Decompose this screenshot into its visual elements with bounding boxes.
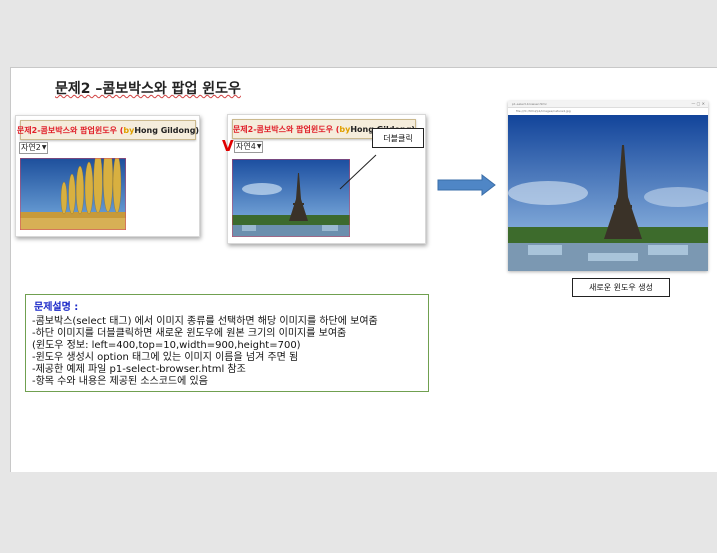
window-controls[interactable]: — ▢ ✕: [691, 101, 705, 106]
example-panel-middle: 문제2-콤보박스와 팝업윈도우 ( by Hong Gildong) V 자연4…: [222, 114, 426, 244]
chevron-down-icon: ▼: [41, 144, 47, 151]
problem-description: 문제설명 : -콤보박스(select 태그) 에서 이미지 종류를 선택하면 …: [25, 294, 429, 392]
new-window-caption: 새로운 윈도우 생성: [572, 278, 670, 297]
page-banner: 문제2-콤보박스와 팝업윈도우 ( by Hong Gildong): [17, 120, 199, 140]
browser-address-bar[interactable]: file:///C:/html/p1/images/nature4.jpg: [508, 108, 708, 113]
check-mark-v: V: [222, 137, 234, 155]
preview-image-poplars[interactable]: [20, 158, 126, 230]
popup-image-eiffel: [508, 115, 708, 271]
example-panel-left: 문제2 -콤보박스와 팝업윈도우 ( by Hong Gildong) 자연2 ▼: [15, 115, 200, 237]
browser-tab-bar: p1-select-browser.html — ▢ ✕: [508, 101, 708, 108]
image-select[interactable]: 자연2 ▼: [19, 142, 49, 154]
slide-title: 문제2 –콤보박스와 팝업 윈도우: [55, 81, 241, 97]
double-click-callout: 더블클릭: [372, 128, 424, 148]
callout-pointer: [339, 154, 377, 190]
popup-browser-window: p1-select-browser.html — ▢ ✕ file:///C:/…: [508, 101, 708, 271]
description-line: -항목 수와 내용은 제공된 소스코드에 있음: [32, 376, 208, 387]
image-select[interactable]: 자연4 ▼: [234, 141, 264, 153]
slide: 문제2 –콤보박스와 팝업 윈도우 문제2 -콤보박스와 팝업윈도우 ( by H…: [10, 67, 717, 472]
chevron-down-icon: ▼: [256, 143, 262, 150]
description-heading: 문제설명 :: [34, 302, 79, 313]
preview-image-eiffel[interactable]: [232, 159, 350, 237]
arrow-right-icon: [437, 174, 496, 196]
